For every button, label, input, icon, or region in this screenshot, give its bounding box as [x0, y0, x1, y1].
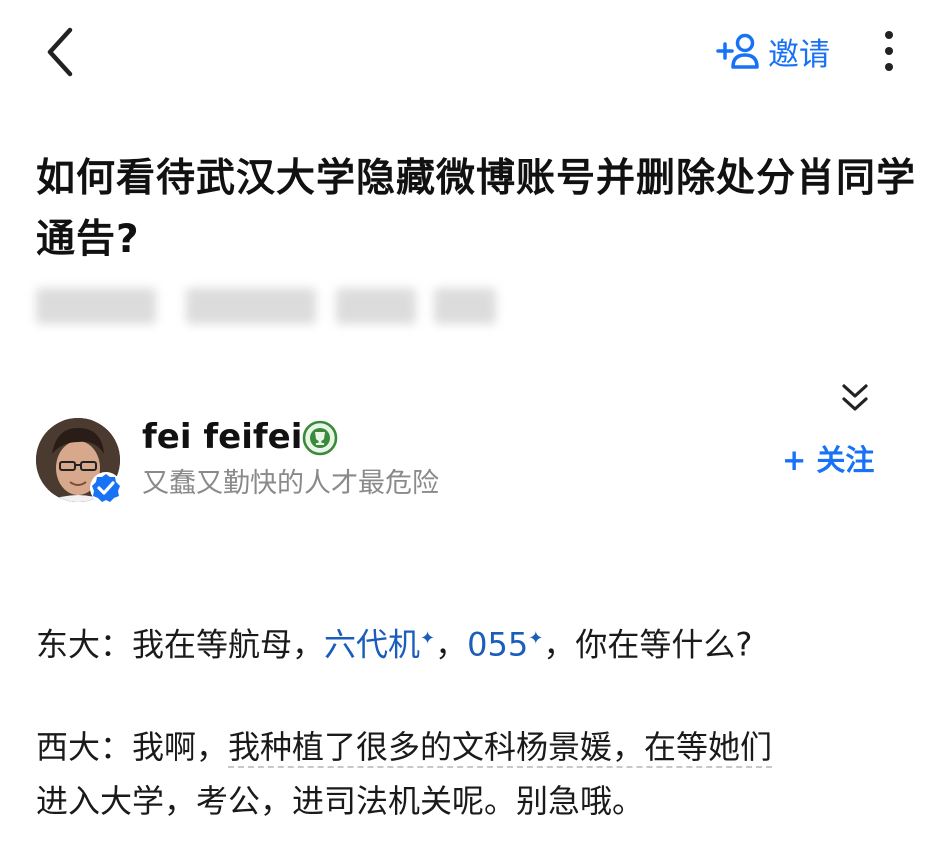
trophy-badge-icon	[302, 420, 338, 456]
annotated-text[interactable]: 我种植了很多的文科杨景媛，在等她们	[228, 728, 773, 768]
answer-text: 进入大学，考公，进司法机关呢。别急哦。	[36, 782, 645, 820]
invite-button[interactable]: 邀请	[716, 28, 830, 74]
double-chevron-down-icon	[842, 384, 868, 411]
back-button[interactable]	[36, 22, 88, 82]
search-link[interactable]: 六代机	[324, 626, 420, 664]
chevron-left-icon	[47, 27, 73, 77]
author-badge	[302, 420, 338, 456]
blurred-meta	[36, 288, 496, 324]
more-dot-icon	[885, 63, 893, 71]
invite-label: 邀请	[768, 36, 830, 73]
more-dot-icon	[885, 47, 893, 55]
answer-paragraph: 西大：我啊，我种植了很多的文科杨景媛，在等她们进入大学，考公，进司法机关呢。别急…	[36, 720, 916, 828]
answer-paragraph: 东大：我在等航母，六代机✦，055✦，你在等什么?	[36, 612, 916, 672]
add-user-icon	[716, 33, 759, 69]
question-title: 如何看待武汉大学隐藏微博账号并删除处分肖同学通告?	[36, 156, 917, 262]
author-bio: 又蠢又勤快的人才最危险	[142, 468, 439, 499]
verified-badge	[88, 470, 124, 506]
follow-button[interactable]: + 关注	[782, 440, 874, 480]
answer-text: ，你在等什么?	[543, 625, 753, 664]
answer-text: ，	[435, 625, 468, 664]
author-name[interactable]: fei feifei	[142, 412, 302, 462]
more-dot-icon	[885, 31, 893, 39]
answer-text: 东大：我在等航母，	[36, 625, 325, 664]
verified-check-icon	[90, 472, 122, 504]
sparkle-icon: ✦	[420, 628, 436, 649]
search-link[interactable]: 055	[467, 626, 528, 664]
sparkle-icon: ✦	[528, 628, 544, 649]
more-menu-button[interactable]	[872, 26, 906, 76]
collapse-button[interactable]	[836, 380, 874, 416]
answer-text: 西大：我啊，	[36, 728, 229, 766]
